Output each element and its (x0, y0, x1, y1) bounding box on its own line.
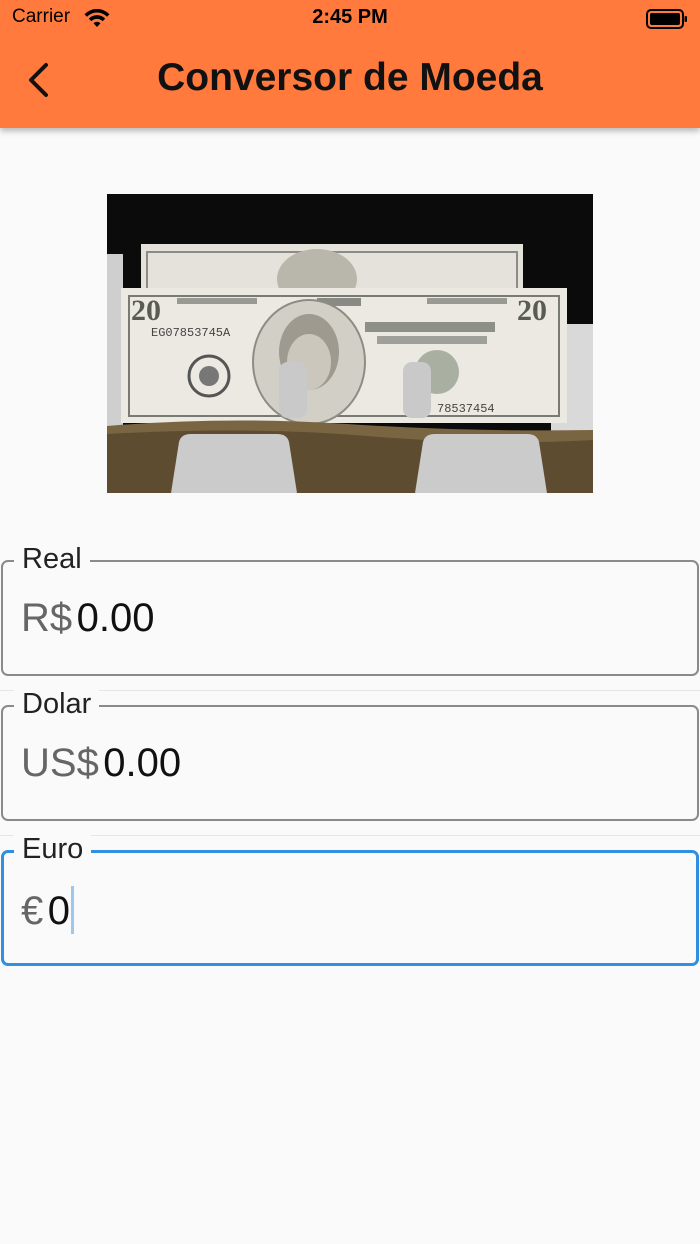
status-bar: Carrier 2:45 PM (0, 4, 700, 34)
real-input[interactable]: R$ 0.00 (21, 596, 154, 641)
battery-icon (646, 9, 688, 35)
divider (0, 835, 700, 836)
dolar-field-label: Dolar (14, 688, 100, 721)
svg-text:20: 20 (131, 294, 161, 327)
real-field[interactable]: Real R$ 0.00 (0, 543, 700, 680)
dolar-field[interactable]: Dolar US$ 0.00 (0, 688, 700, 825)
dolar-value: 0.00 (103, 741, 182, 785)
text-cursor (70, 886, 74, 934)
money-counter-image: 20 20 EG07853745A 78537454 (107, 194, 593, 493)
euro-field-label: Euro (14, 833, 92, 866)
status-time: 2:45 PM (312, 6, 388, 28)
svg-text:EG07853745A: EG07853745A (151, 326, 231, 340)
dolar-prefix: US$ (21, 741, 99, 785)
euro-value: 0 (47, 889, 70, 933)
real-value: 0.00 (76, 596, 155, 640)
euro-field[interactable]: Euro € 0 (0, 833, 700, 970)
euro-prefix: € (21, 889, 44, 933)
app-bar: Carrier 2:45 PM Conversor de Moeda (0, 0, 700, 128)
dolar-input[interactable]: US$ 0.00 (21, 741, 181, 786)
real-prefix: R$ (21, 596, 73, 640)
real-field-label: Real (14, 543, 90, 576)
svg-text:20: 20 (517, 294, 547, 327)
divider (0, 690, 700, 691)
page-title: Conversor de Moeda (157, 56, 543, 99)
euro-field-border (1, 850, 699, 966)
svg-text:78537454: 78537454 (437, 402, 495, 416)
euro-input[interactable]: € 0 (21, 886, 74, 934)
